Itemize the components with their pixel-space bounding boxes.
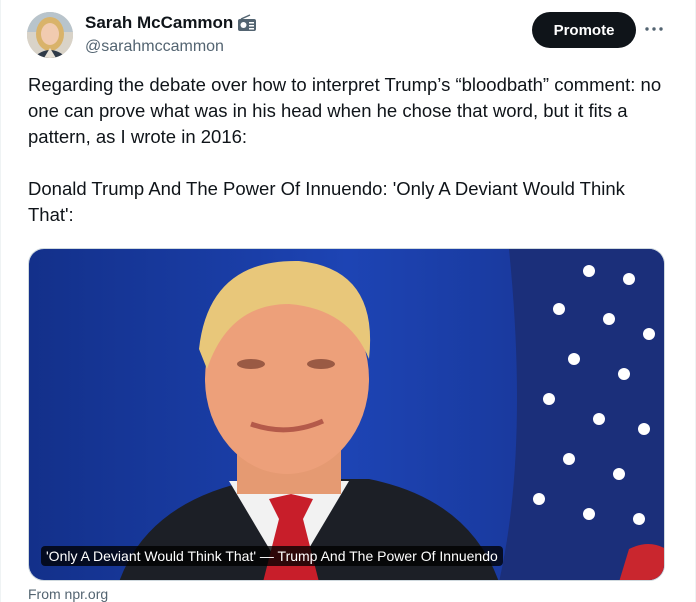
card-source[interactable]: From npr.org bbox=[28, 586, 108, 602]
card-photo bbox=[29, 249, 664, 580]
card-title: 'Only A Deviant Would Think That' — Trum… bbox=[41, 546, 503, 566]
more-icon[interactable] bbox=[643, 18, 665, 40]
link-card[interactable]: 'Only A Deviant Would Think That' — Trum… bbox=[28, 248, 665, 581]
avatar-photo bbox=[27, 12, 73, 58]
display-name[interactable]: Sarah McCammon bbox=[85, 13, 233, 33]
promote-button[interactable]: Promote bbox=[532, 12, 636, 48]
tweet-text: Regarding the debate over how to interpr… bbox=[28, 74, 662, 225]
tweet: Sarah McCammon @sarahmccammon Promote Re… bbox=[0, 0, 696, 602]
handle[interactable]: @sarahmccammon bbox=[85, 38, 224, 56]
radio-icon bbox=[237, 14, 257, 32]
author-name-row: Sarah McCammon bbox=[85, 13, 257, 33]
avatar[interactable] bbox=[27, 12, 73, 58]
